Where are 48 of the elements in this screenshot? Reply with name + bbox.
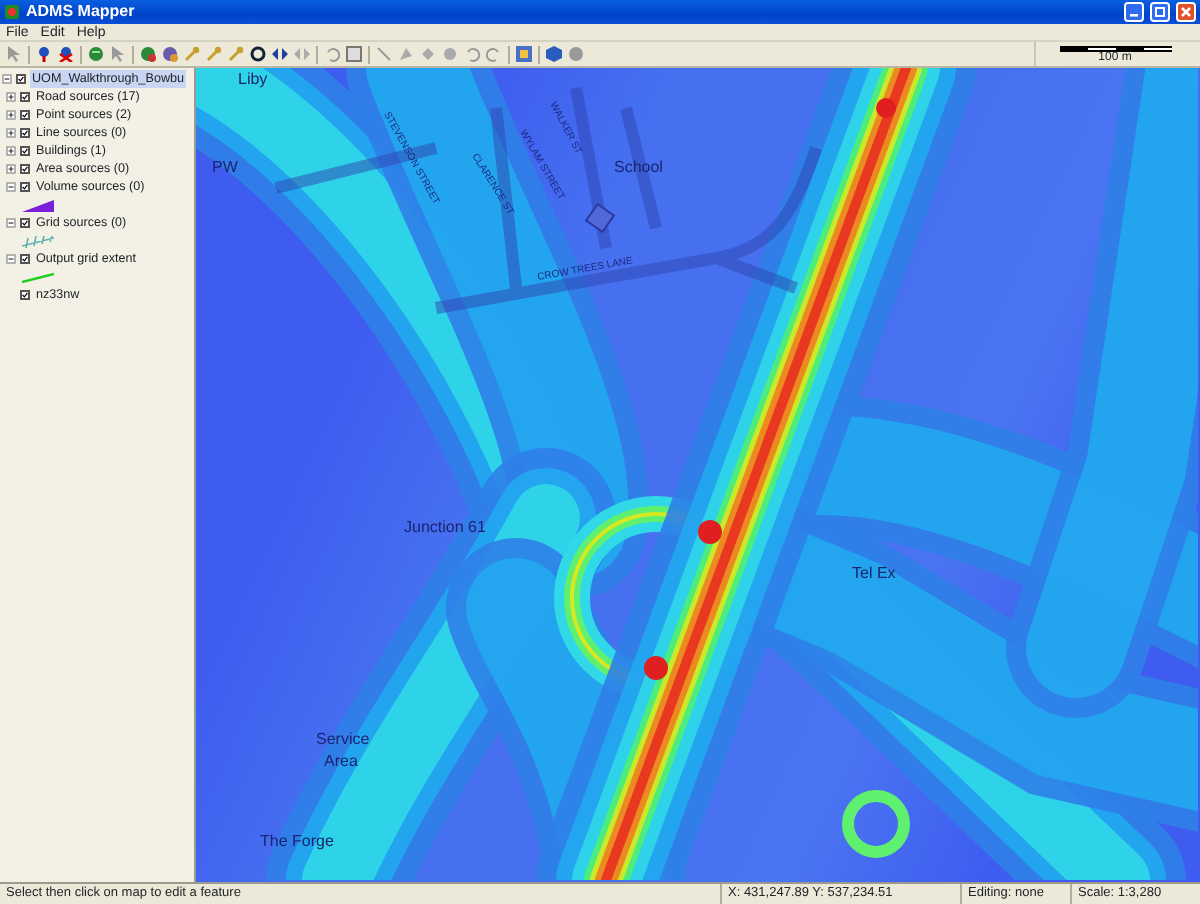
layer-checkbox[interactable]	[20, 290, 30, 300]
minimize-button[interactable]	[1124, 2, 1144, 22]
grid-legend-icon	[22, 235, 54, 247]
place-label: Area	[324, 752, 358, 770]
cube-icon[interactable]	[546, 46, 562, 62]
scale-bar	[1059, 45, 1171, 51]
layer-checkbox[interactable]	[20, 92, 30, 102]
layer-checkbox[interactable]	[20, 128, 30, 138]
place-label: School	[614, 158, 663, 176]
expand-icon[interactable]	[6, 92, 16, 102]
pin-icon[interactable]	[58, 46, 74, 62]
window-title: ADMS Mapper	[26, 0, 137, 24]
maximize-icon	[1154, 6, 1166, 18]
collapse-icon[interactable]	[6, 182, 16, 192]
expand-icon[interactable]	[6, 146, 16, 156]
hotspot	[876, 98, 896, 118]
place-label: Tel Ex	[852, 564, 896, 582]
expand-icon[interactable]	[6, 110, 16, 120]
place-label: The Forge	[260, 832, 334, 850]
collapse-icon[interactable]	[6, 218, 16, 228]
close-icon	[1180, 6, 1192, 18]
wedge-legend-icon	[22, 199, 54, 211]
expand-icon[interactable]	[6, 128, 16, 138]
expand-icon[interactable]	[6, 164, 16, 174]
layer-checkbox[interactable]	[20, 218, 30, 228]
layer-checkbox[interactable]	[20, 182, 30, 192]
place-label: Junction 61	[404, 518, 486, 536]
maximize-button[interactable]	[1150, 2, 1170, 22]
app-icon	[4, 4, 20, 20]
layer-checkbox[interactable]	[20, 254, 30, 264]
place-label: Service	[316, 730, 370, 748]
place-label: PW	[212, 158, 238, 176]
pin-icon[interactable]	[36, 46, 52, 62]
collapse-icon[interactable]	[2, 74, 12, 84]
table-icon[interactable]	[346, 46, 362, 62]
layer-checkbox[interactable]	[20, 164, 30, 174]
arrows-icon[interactable]	[272, 46, 288, 62]
layer-checkbox[interactable]	[20, 110, 30, 120]
close-button[interactable]	[1176, 2, 1196, 22]
layer-checkbox[interactable]	[16, 74, 26, 84]
line-legend-icon	[22, 271, 54, 283]
collapse-icon[interactable]	[6, 254, 16, 264]
place-label: Liby	[238, 70, 268, 88]
layer-checkbox[interactable]	[20, 146, 30, 156]
roundabout-plume	[842, 790, 910, 858]
hotspot	[698, 520, 722, 544]
layers-icon[interactable]	[516, 46, 532, 62]
hotspot	[644, 656, 668, 680]
